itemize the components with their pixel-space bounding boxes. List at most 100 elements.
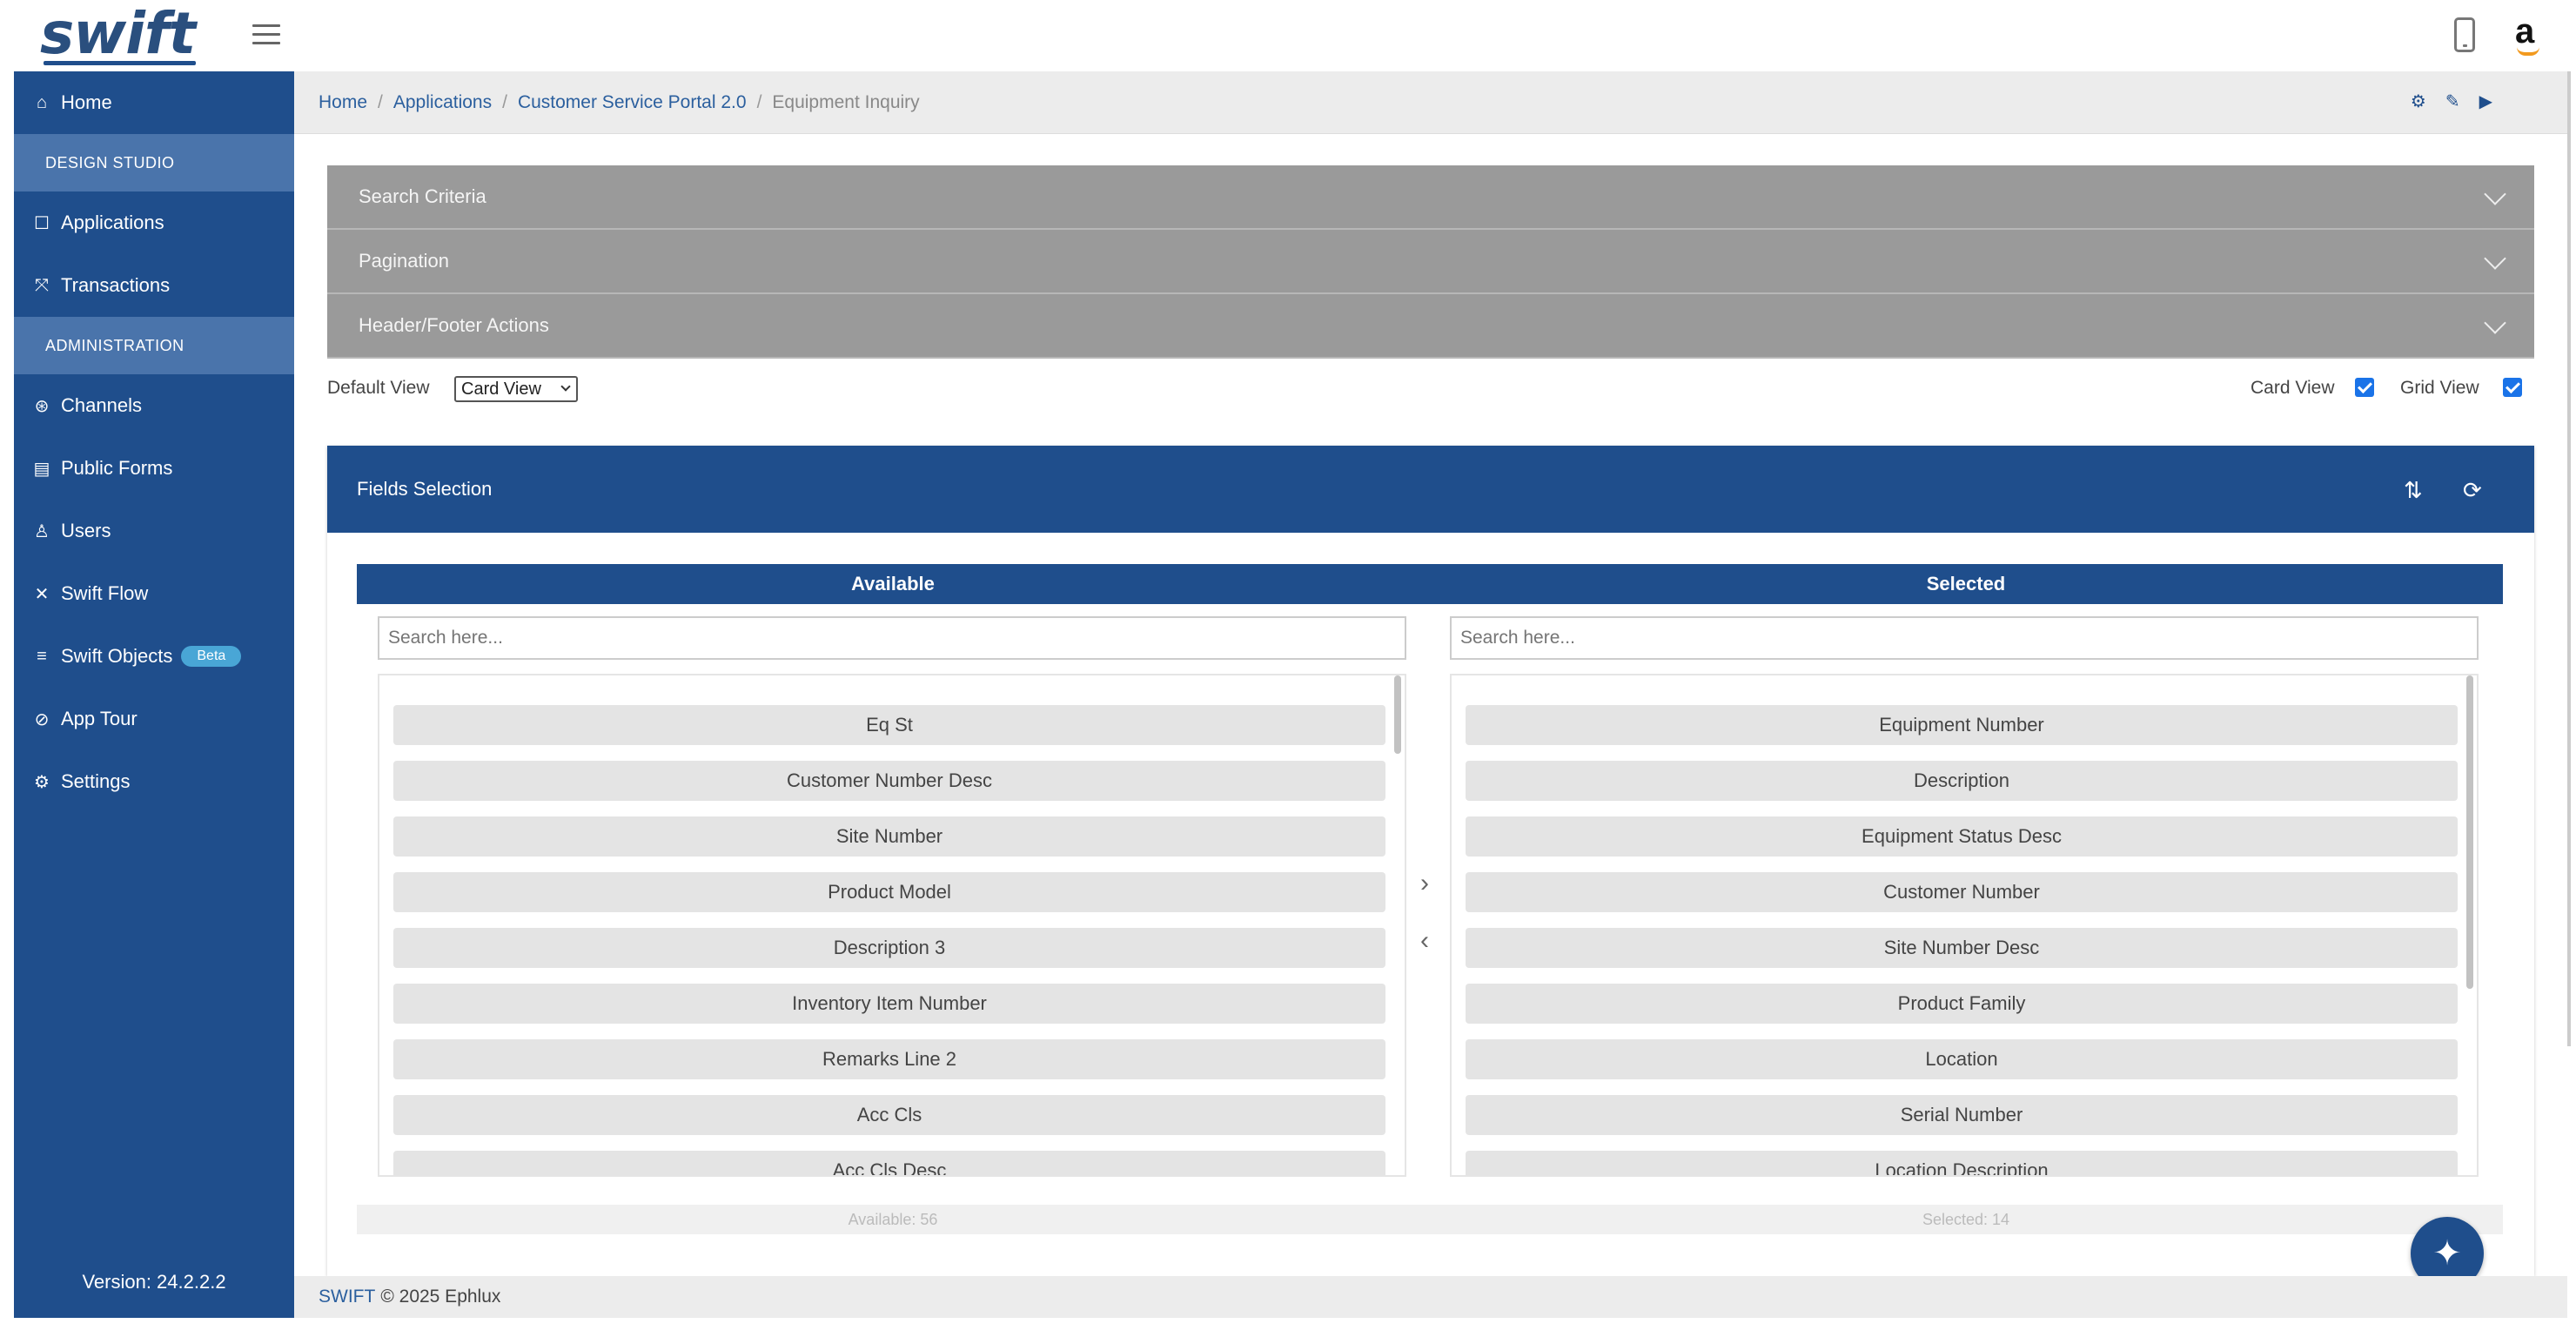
swift-flow-icon: ✕ [34,584,50,604]
applications-icon: ☐ [34,213,50,233]
chevron-down-icon [560,381,571,392]
list-item[interactable]: Product Family [1466,984,2458,1024]
list-item[interactable]: Customer Number [1466,872,2458,912]
footer-brand-link[interactable]: SWIFT [319,1287,375,1307]
available-scrollbar[interactable] [1394,675,1401,754]
accordion-search-criteria[interactable]: Search Criteria [327,165,2534,230]
default-view-label: Default View [327,378,430,398]
settings-icon: ⚙ [34,772,50,792]
move-right-icon[interactable]: › [1420,869,1429,898]
breadcrumb-separator: / [378,91,383,112]
swift-objects-icon: ≡ [37,646,47,666]
play-icon[interactable]: ▶ [2479,92,2492,111]
available-list[interactable]: Eq St Customer Number Desc Site Number P… [378,674,1406,1177]
default-view-select[interactable]: Card View [454,376,578,402]
chevron-down-icon [2484,247,2506,270]
breadcrumb: Home / Applications / Customer Service P… [294,71,2567,134]
hamburger-menu-icon[interactable] [252,24,280,45]
breadcrumb-applications[interactable]: Applications [393,92,492,113]
breadcrumb-current: Equipment Inquiry [772,91,920,112]
swift-logo[interactable]: swift [40,0,196,67]
accordion-title: Header/Footer Actions [359,314,549,336]
sidebar-item-swift-flow[interactable]: ✕ Swift Flow [14,562,294,625]
sidebar-item-channels[interactable]: ⊛ Channels [14,374,294,437]
move-left-icon[interactable]: ‹ [1420,926,1429,956]
available-column-header: Available [357,564,1429,604]
breadcrumb-home[interactable]: Home [319,92,367,113]
chevron-down-icon [2484,312,2506,334]
amazon-icon[interactable]: a [2515,12,2540,56]
list-item[interactable]: Equipment Status Desc [1466,816,2458,857]
sidebar-item-users[interactable]: ♙ Users [14,500,294,562]
selected-search-input[interactable] [1450,616,2479,660]
available-count: Available: 56 [357,1205,1429,1234]
beta-badge: Beta [181,646,242,667]
channels-icon: ⊛ [34,396,50,416]
list-item[interactable]: Location Description [1466,1151,2458,1175]
logo-underline [44,61,196,65]
card-view-label: Card View [2251,378,2335,398]
card-view-checkbox[interactable] [2355,378,2374,397]
list-item[interactable]: Remarks Line 2 [393,1039,1385,1079]
list-item[interactable]: Customer Number Desc [393,761,1385,801]
fields-selection-title: Fields Selection [357,478,493,500]
list-item[interactable]: Location [1466,1039,2458,1079]
sidebar-item-label: Channels [61,394,142,416]
selected-list[interactable]: Equipment Number Description Equipment S… [1450,674,2479,1177]
sidebar: ⌂ Home DESIGN STUDIO ☐ Applications ⤧ Tr… [14,71,294,1318]
list-item[interactable]: Acc Cls [393,1095,1385,1135]
default-view-value: Card View [461,379,541,399]
accordion-header-footer-actions[interactable]: Header/Footer Actions [327,294,2534,359]
edit-icon[interactable]: ✎ [2445,92,2460,111]
page-footer: SWIFT © 2025 Ephlux [294,1276,2567,1318]
selected-count: Selected: 14 [1429,1205,2503,1234]
mobile-device-icon[interactable] [2454,17,2475,52]
sidebar-item-public-forms[interactable]: ▤ Public Forms [14,437,294,500]
sidebar-item-applications[interactable]: ☐ Applications [14,191,294,254]
sidebar-section-administration: ADMINISTRATION [14,317,294,374]
top-bar: swift a [0,0,2576,71]
sidebar-item-label: App Tour [61,708,138,729]
home-icon: ⌂ [36,92,48,112]
sort-icon[interactable]: ⇅ [2404,477,2423,504]
accordion-title: Search Criteria [359,185,486,207]
list-item[interactable]: Eq St [393,705,1385,745]
page-scrollbar[interactable] [2567,71,2571,1046]
sidebar-item-settings[interactable]: ⚙ Settings [14,750,294,813]
refresh-icon[interactable]: ⟳ [2463,477,2482,504]
accordion-pagination[interactable]: Pagination [327,230,2534,294]
grid-view-label: Grid View [2400,378,2479,398]
list-item[interactable]: Description 3 [393,928,1385,968]
sidebar-item-swift-objects[interactable]: ≡ Swift Objects Beta [14,625,294,688]
list-item[interactable]: Acc Cls Desc [393,1151,1385,1175]
version-label: Version: 24.2.2.2 [82,1271,226,1293]
accordion-title: Pagination [359,250,449,272]
sidebar-item-label: Settings [61,770,131,792]
fields-selection-panel: Fields Selection ⇅ ⟳ Available Selected … [327,446,2534,1276]
list-item[interactable]: Inventory Item Number [393,984,1385,1024]
list-item[interactable]: Site Number Desc [1466,928,2458,968]
public-forms-icon: ▤ [33,459,50,479]
list-item[interactable]: Equipment Number [1466,705,2458,745]
sidebar-item-label: Transactions [61,274,171,296]
sidebar-item-home[interactable]: ⌂ Home [14,71,294,134]
footer-copyright: © 2025 Ephlux [380,1287,501,1307]
list-item[interactable]: Site Number [393,816,1385,857]
transactions-icon: ⤧ [35,275,49,295]
list-item[interactable]: Product Model [393,872,1385,912]
sidebar-item-label: Applications [61,212,164,233]
gear-icon[interactable]: ⚙ [2411,92,2426,111]
sidebar-section-design-studio: DESIGN STUDIO [14,134,294,191]
sidebar-item-label: Public Forms [61,457,173,479]
sidebar-item-app-tour[interactable]: ⊘ App Tour [14,688,294,750]
selected-scrollbar[interactable] [2466,675,2473,989]
breadcrumb-application[interactable]: Customer Service Portal 2.0 [518,92,747,113]
list-item[interactable]: Description [1466,761,2458,801]
breadcrumb-separator: / [756,91,762,112]
app-tour-icon: ⊘ [34,709,50,729]
available-search-input[interactable] [378,616,1406,660]
grid-view-checkbox[interactable] [2503,378,2522,397]
sidebar-item-transactions[interactable]: ⤧ Transactions [14,254,294,317]
list-item[interactable]: Serial Number [1466,1095,2458,1135]
sidebar-item-label: Swift Objects [61,645,173,667]
